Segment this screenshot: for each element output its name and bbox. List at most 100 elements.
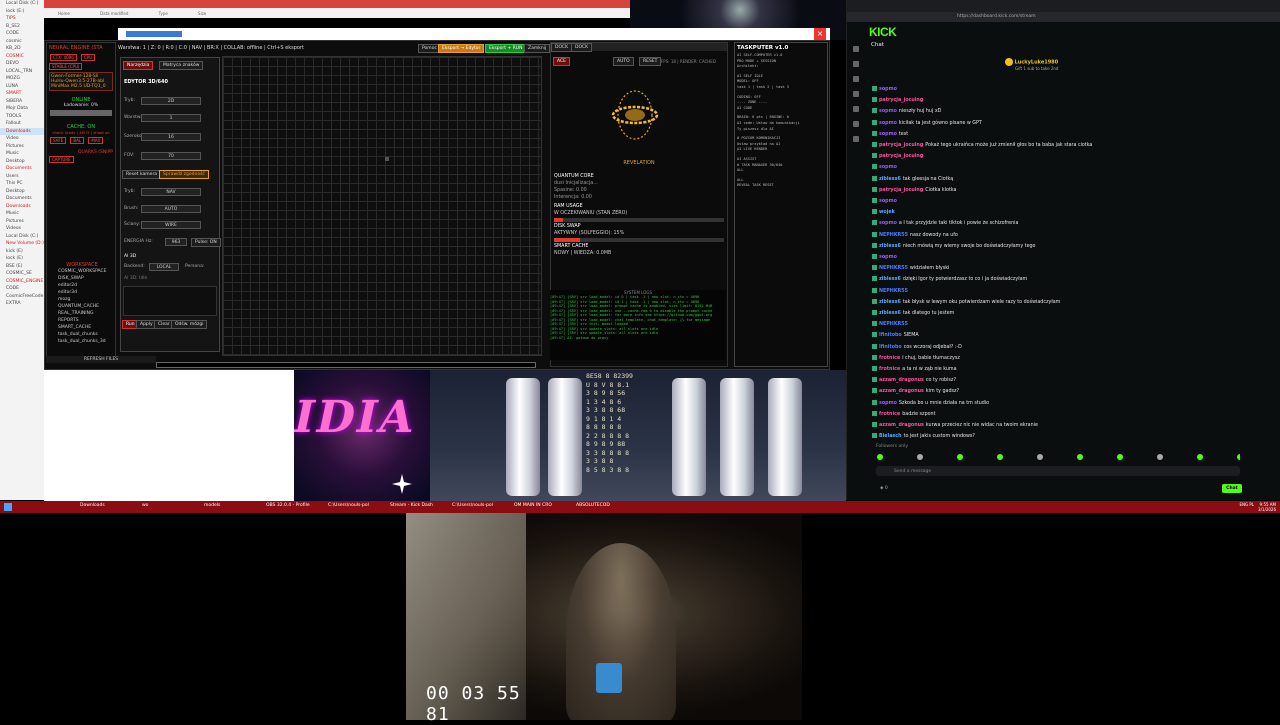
chat-username[interactable]: sopmo [879,87,897,92]
chat-username[interactable]: NEPHKR55 [879,233,908,238]
explorer-item[interactable]: CODE [0,285,44,293]
url-bar[interactable]: https://dashboard.kick.com/stream [847,12,1280,22]
explorer-item[interactable]: SIBERA [0,98,44,106]
model-item[interactable]: MiniMax M2.5 UD-TQ1_0 [51,84,111,89]
chat-username[interactable]: sopmo [879,132,897,137]
explorer-item[interactable]: KB_2D [0,45,44,53]
chat-username[interactable]: zibless6 [879,311,901,316]
chat-username[interactable]: NEPHKR55 [879,322,908,327]
explorer-item[interactable]: EXTRA [0,300,44,308]
workspace-item[interactable]: task_dual_chunks_3d [48,338,116,345]
explorer-item[interactable]: Documents [0,195,44,203]
chat-username[interactable]: patrycja_jocuing [879,98,923,103]
chat-username[interactable]: zibless6 [879,300,901,305]
chat-username[interactable]: sopmo [879,221,897,226]
explorer-item[interactable]: SMART [0,90,44,98]
explorer-item[interactable]: kick (E) [0,248,44,256]
chat-username[interactable]: zibless6 [879,244,901,249]
bookmark-item[interactable]: Size [198,11,206,16]
bookmark-item[interactable]: Type [159,11,168,16]
reset-camera-button[interactable]: Reset kamera [122,170,162,179]
chat-username[interactable]: sopmo [879,199,897,204]
explorer-item[interactable]: Desktop [0,158,44,166]
taskbar-item[interactable]: ABSOLUTECOD [576,503,610,508]
chat-username[interactable]: zibless6 [879,277,901,282]
width-field[interactable]: 16 [141,133,201,141]
ace-button[interactable]: ACE [553,57,570,66]
emote-icon[interactable] [1197,454,1203,460]
brush-select[interactable]: AUTO [141,205,201,213]
stable-badge[interactable]: STABLE (CPU) [49,63,83,70]
emote-icon[interactable] [1037,454,1043,460]
workspace-item[interactable]: QUANTUM_CACHE [48,303,116,310]
workspace-item[interactable]: COSMIC_WORKSPACE [48,268,116,275]
chat-username[interactable]: frotnice [879,356,900,361]
dock-tab[interactable]: DOCK [551,43,573,52]
emote-icon[interactable] [877,454,883,460]
workspace-item[interactable]: mozg [48,296,116,303]
explorer-item[interactable]: LOCAL_TRN [0,68,44,76]
workspace-item[interactable]: REPORTS [48,317,116,324]
moderation-icon[interactable] [853,121,859,127]
chat-username[interactable]: Ifinitobo [879,345,902,350]
tab-matrix[interactable]: Matryca znaków [159,61,204,70]
explorer-item[interactable]: cosmic [0,38,44,46]
taskbar-item[interactable]: C:\Users\nouls-pol [328,503,369,508]
analytics-icon[interactable] [853,76,859,82]
explorer-item[interactable]: B_SE2 [0,23,44,31]
chat-username[interactable]: patrycja_jocuing [879,188,923,193]
emote-icon[interactable] [1157,454,1163,460]
explorer-item[interactable]: Downloads [0,127,44,135]
emote-icon[interactable] [917,454,923,460]
explorer-item[interactable]: This PC [0,180,44,188]
chat-input[interactable]: Send a message [876,466,1240,476]
chat-username[interactable]: NEPHKR55 [879,289,908,294]
explorer-item[interactable]: Music [0,150,44,158]
gift-user[interactable]: LuckyLuke1980 [1015,60,1059,66]
explorer-item[interactable]: New Volume (D:) [0,240,44,248]
explorer-item[interactable]: Fallout [0,120,44,128]
cpu-badge[interactable]: CPU [81,54,96,61]
taskbar-item[interactable]: models [204,503,220,508]
explorer-item[interactable]: Desktop [0,188,44,196]
chat-username[interactable]: frotnice [879,412,900,417]
explorer-item[interactable]: MOZG [0,75,44,83]
bal-button[interactable]: BAL [70,137,85,144]
explorer-item[interactable]: Mojr Data [0,105,44,113]
home-icon[interactable] [853,46,859,52]
explorer-item[interactable]: lock (E) [0,255,44,263]
safe-button[interactable]: SAFE [50,137,67,144]
explorer-item[interactable]: Local Disk (C:) [0,233,44,241]
chat-username[interactable]: sopmo [879,121,897,126]
explorer-item[interactable]: Pictures [0,143,44,151]
chat-username[interactable]: azzam_dragonus [879,423,924,428]
clock-time-date[interactable]: 9:55 AM 3/1/2026 [1258,502,1276,512]
explorer-item[interactable]: Videos [0,225,44,233]
kick-logo[interactable]: KICK [869,25,897,39]
emote-icon[interactable] [1077,454,1083,460]
taskbar-clock[interactable]: ENG PL [1239,502,1254,507]
workspace-item[interactable]: task_dual_chunks [48,331,116,338]
refresh-brains-button[interactable]: Odśw. mózgi [171,320,208,329]
close-button[interactable]: Zamknij [524,44,551,53]
emote-icon[interactable] [1237,454,1243,460]
emote-icon[interactable] [957,454,963,460]
explorer-item[interactable]: Pictures [0,218,44,226]
start-icon[interactable] [4,503,12,511]
chat-username[interactable]: frotnice [879,367,900,372]
explorer-item[interactable]: CosmicFreeCode [0,293,44,301]
bookmark-item[interactable]: Data modified [100,11,128,16]
chat-username[interactable]: zibless6 [879,177,901,182]
chat-username[interactable]: sopmo [879,109,897,114]
wall-select[interactable]: WIRE [141,221,201,229]
backend-select[interactable]: LOCAL [149,263,179,271]
explorer-item[interactable]: Music [0,210,44,218]
model-list[interactable]: Gwen-Former-128-Sli HuHu-Qwen3.5-27B-abl… [49,72,113,91]
workspace-item[interactable]: editor3d [48,289,116,296]
explorer-item[interactable]: DEVO [0,60,44,68]
community-icon[interactable] [853,91,859,97]
mode-field[interactable]: 2D [141,97,201,105]
taskbar-item[interactable]: Downloads [80,503,105,508]
chat-username[interactable]: Bielasch [879,434,902,439]
chat-username[interactable]: sopmo [879,401,897,406]
